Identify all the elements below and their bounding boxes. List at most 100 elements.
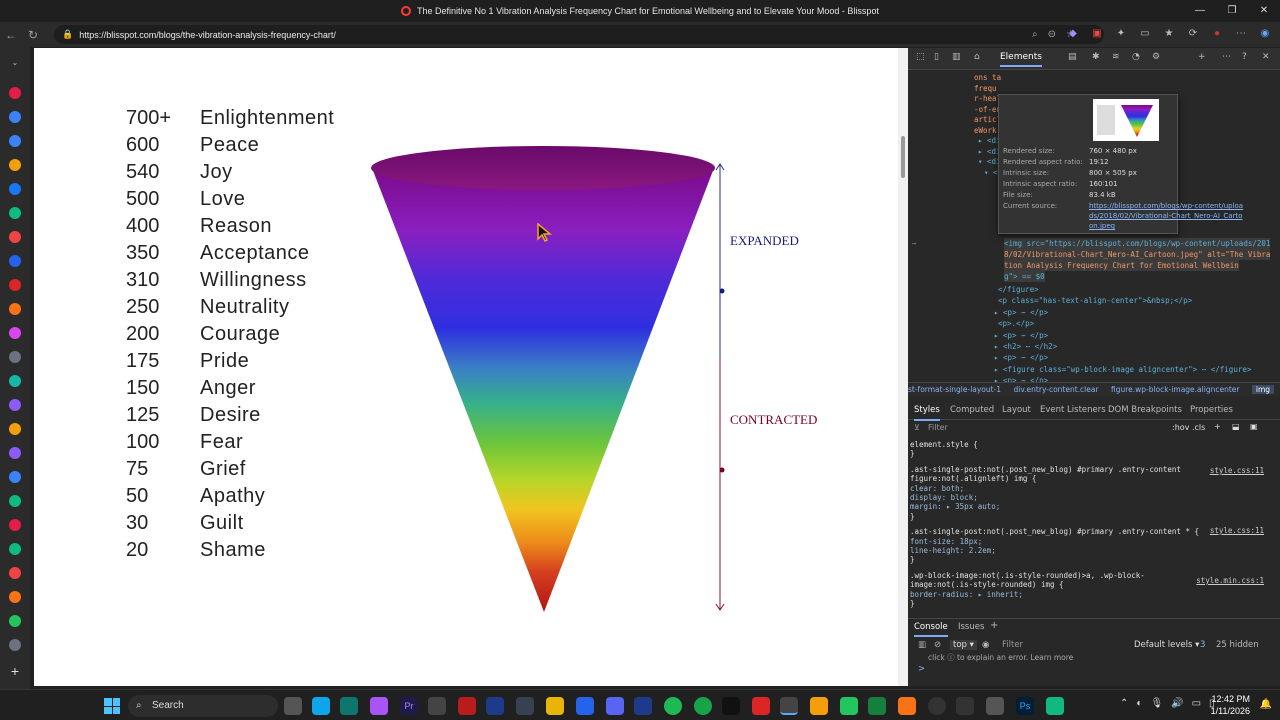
breadcrumb-item[interactable]: figure.wp-block-image.aligncenter <box>1111 385 1240 394</box>
chevron-down-icon[interactable]: ⌄ <box>9 57 21 69</box>
sidebar-app-icon[interactable] <box>9 495 21 507</box>
stylesheet-link[interactable]: style.css:11 <box>1210 526 1264 536</box>
app-icon[interactable] <box>928 697 946 715</box>
app-icon[interactable] <box>340 697 358 715</box>
css-selector[interactable]: element.style { <box>910 440 978 450</box>
sidebar-app-icon[interactable] <box>9 279 21 291</box>
refresh-extension-icon[interactable]: ⟳ <box>1184 25 1202 43</box>
reload-icon[interactable]: ↻ <box>22 28 44 42</box>
volume-icon[interactable]: 🔊 <box>1171 698 1183 709</box>
app-icon[interactable] <box>458 697 476 715</box>
more-options-icon[interactable]: ⋯ <box>1222 52 1231 62</box>
tab-dom-breakpoints[interactable]: DOM Breakpoints <box>1108 405 1182 415</box>
css-declaration[interactable]: border-radius: ▸ inherit; <box>910 590 1023 600</box>
dom-node[interactable]: ▸ <h2> ⋯ </h2> <box>994 341 1057 352</box>
log-levels-select[interactable]: Default levels ▾ <box>1134 640 1199 650</box>
sidebar-app-icon[interactable] <box>9 135 21 147</box>
taskbar-search[interactable]: ⌕ Search <box>128 695 278 717</box>
inspect-icon[interactable]: ⬚ <box>916 52 925 62</box>
sidebar-app-icon[interactable] <box>9 87 21 99</box>
photoshop-icon[interactable]: Ps <box>1016 697 1034 715</box>
app-icon[interactable] <box>722 697 740 715</box>
css-declaration[interactable]: margin: ▸ 35px auto; <box>910 502 1000 512</box>
premiere-icon[interactable]: Pr <box>400 697 418 715</box>
address-url[interactable]: https://blisspot.com/blogs/the-vibration… <box>79 30 336 40</box>
stylesheet-link[interactable]: style.css:11 <box>1210 466 1264 476</box>
sidebar-toggle-icon[interactable]: ▥ <box>918 640 926 650</box>
address-bar[interactable]: 🔒 https://blisspot.com/blogs/the-vibrati… <box>54 25 1104 44</box>
app-icon[interactable] <box>694 697 712 715</box>
zoom-icon[interactable]: ⌕ <box>1032 25 1038 44</box>
windows-start-icon[interactable] <box>104 698 120 714</box>
steam-icon[interactable] <box>634 697 652 715</box>
tab-computed[interactable]: Computed <box>950 405 994 415</box>
sources-tab-icon[interactable]: ✱ <box>1092 52 1100 62</box>
dom-node[interactable]: ▸ <p> ⋯ </p> <box>994 352 1048 363</box>
dom-node[interactable]: ▸ <figure class="wp-block-image aligncen… <box>994 364 1251 375</box>
split-screen-icon[interactable]: ▭ <box>1136 25 1154 43</box>
selected-img-node-cont[interactable]: tion Analysis Frequency Chart for Emotio… <box>1004 260 1239 271</box>
favorites-icon[interactable]: ★ <box>1160 25 1178 43</box>
tab-styles[interactable]: Styles <box>914 405 940 421</box>
network-icon[interactable]: ▭ <box>1192 698 1201 709</box>
maximize-button[interactable]: ❐ <box>1216 0 1248 22</box>
sidebar-app-icon[interactable] <box>9 303 21 315</box>
sidebar-app-icon[interactable] <box>9 159 21 171</box>
calculator-icon[interactable] <box>428 697 446 715</box>
app-icon[interactable] <box>810 697 828 715</box>
microphone-icon[interactable]: 🎙 <box>1150 698 1163 709</box>
back-arrow-icon[interactable]: ← <box>0 28 22 42</box>
breadcrumb-item[interactable]: div.entry-content.clear <box>1013 385 1098 394</box>
sidebar-app-icon[interactable] <box>9 447 21 459</box>
instagram-icon[interactable] <box>9 327 21 339</box>
sidebar-app-icon[interactable] <box>9 351 21 363</box>
app-icon[interactable] <box>1046 697 1064 715</box>
dom-node[interactable]: ons ta <box>974 72 1001 83</box>
copilot-app-icon[interactable] <box>370 697 388 715</box>
dom-node[interactable]: ▸ <p> ⋯ </p> <box>994 330 1048 341</box>
tab-event-listeners[interactable]: Event Listeners <box>1040 405 1106 415</box>
breadcrumb-item-active[interactable]: img <box>1251 385 1275 394</box>
css-selector[interactable]: } <box>910 512 915 522</box>
dom-node[interactable]: <p>.</p> <box>998 318 1034 329</box>
tray-app-icon[interactable]: ◐ <box>1136 698 1142 709</box>
task-view-icon[interactable] <box>284 697 302 715</box>
lock-icon[interactable]: 🔒 <box>62 29 73 40</box>
minimize-button[interactable]: — <box>1184 0 1216 22</box>
file-explorer-icon[interactable] <box>546 697 564 715</box>
facebook-icon[interactable] <box>9 183 21 195</box>
settings-gear-icon[interactable]: ⚙ <box>1152 52 1160 62</box>
reader-icon[interactable]: ⊝ <box>1048 25 1056 44</box>
console-prompt[interactable]: > <box>918 664 925 674</box>
spotify-icon[interactable] <box>664 697 682 715</box>
app-icon[interactable] <box>986 697 1004 715</box>
app-icon[interactable] <box>516 697 534 715</box>
add-tab-icon[interactable]: + <box>1198 52 1206 62</box>
app-icon[interactable] <box>840 697 858 715</box>
profile-avatar-icon[interactable]: ● <box>1208 25 1226 43</box>
page-scrollbar[interactable] <box>898 48 908 686</box>
dom-node[interactable]: </figure> <box>998 284 1039 295</box>
puzzle-icon[interactable]: ✦ <box>1112 25 1130 43</box>
copilot-icon[interactable]: ◉ <box>1256 25 1274 43</box>
close-devtools-icon[interactable]: ✕ <box>1262 52 1270 62</box>
add-rule-icon[interactable]: + <box>1214 422 1221 431</box>
app-icon[interactable] <box>868 697 886 715</box>
tab-console[interactable]: Console <box>914 622 948 637</box>
sidebar-app-icon[interactable] <box>9 375 21 387</box>
eye-icon[interactable]: ◉ <box>982 640 989 650</box>
css-declaration[interactable]: line-height: 2.2em; <box>910 546 996 556</box>
sidebar-app-icon[interactable] <box>9 615 21 627</box>
sidebar-app-icon[interactable] <box>9 399 21 411</box>
performance-icon[interactable]: ◔ <box>1132 52 1140 62</box>
selected-img-node[interactable]: <img src="https://blisspot.com/blogs/wp-… <box>1004 238 1271 249</box>
styles-filter-input[interactable]: Filter <box>928 423 948 432</box>
context-select[interactable]: top ▾ <box>950 640 977 650</box>
chevron-up-icon[interactable]: ⌃ <box>1120 698 1128 709</box>
console-tab-icon[interactable]: ▤ <box>1068 52 1077 62</box>
welcome-home-icon[interactable]: ⌂ <box>974 52 980 62</box>
console-filter-input[interactable]: Filter <box>1002 640 1023 650</box>
extension-icon[interactable]: ◆ <box>1064 25 1082 43</box>
css-selector[interactable]: } <box>910 449 915 459</box>
dom-node[interactable]: frequ <box>974 83 997 94</box>
